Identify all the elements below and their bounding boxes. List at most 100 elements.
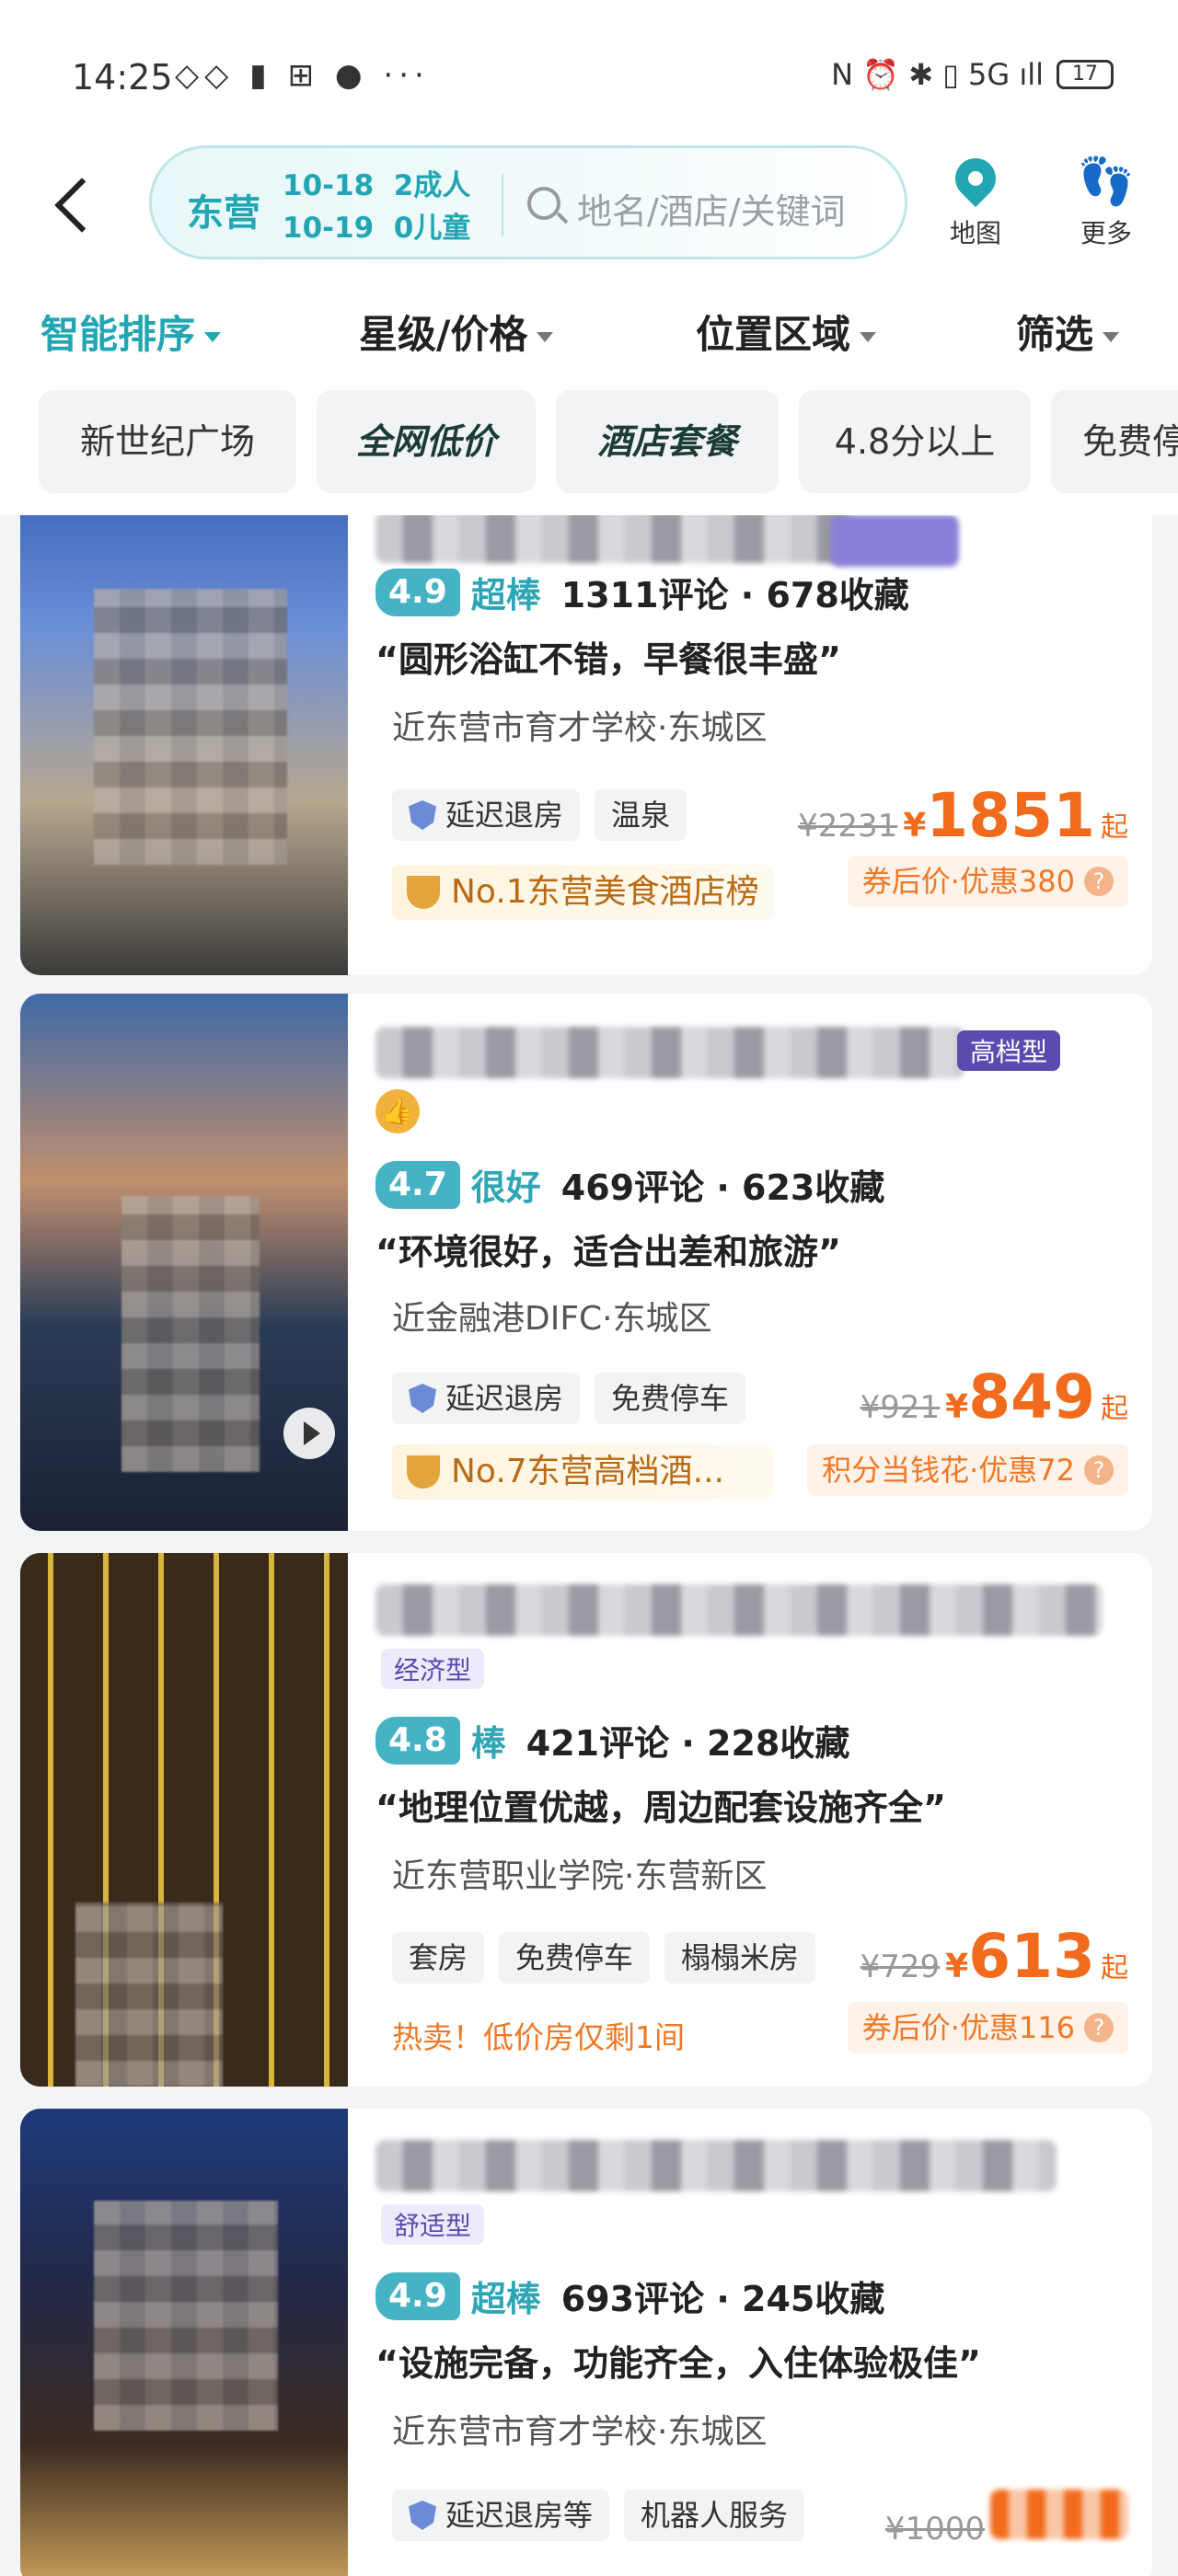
hotel-photo[interactable] [20, 2109, 348, 2576]
shield-icon [409, 2501, 436, 2530]
amenity-tag: 榻榻米房 [664, 1932, 816, 1984]
rating-row: 4.7 很好 469评论 · 623收藏 [375, 1159, 884, 1210]
chip-package[interactable]: 酒店套餐 [556, 390, 779, 493]
amenity-tags: 延迟退房 温泉 [392, 789, 687, 841]
review-count: 469评论 · 623收藏 [560, 1167, 885, 1208]
rating-row: 4.8 棒 421评论 · 228收藏 [375, 1715, 849, 1765]
search-header: 东营 10-18 2成人 10-19 0儿童 地名/酒店/关键词 地图 👣 更多 [0, 129, 1178, 285]
search-input[interactable]: 地名/酒店/关键词 [577, 183, 846, 234]
amenity-tags: 延迟退房等 机器人服务 [392, 2490, 805, 2541]
review-quote: “设施完备，功能齐全，入住体验极佳” [375, 2343, 981, 2384]
urgency-notice: 热卖！低价房仅剩1间 [392, 2019, 685, 2055]
filter-chips: 新世纪广场 全网低价 酒店套餐 4.8分以上 免费停车 [0, 377, 1178, 515]
rating-word: 超棒 [470, 2279, 541, 2319]
checkout-date: 10-19 [283, 212, 375, 245]
hotel-location: 近东营市育才学校·东城区 [392, 2413, 768, 2451]
current-price: 1851 [926, 780, 1095, 851]
map-label: 地图 [949, 218, 1001, 248]
review-quote: “地理位置优越，周边配套设施齐全” [375, 1788, 946, 1828]
amenity-tag: 温泉 [595, 789, 687, 841]
hotel-name-blurred [375, 1027, 964, 1078]
hotel-photo[interactable] [20, 994, 348, 1531]
tag-text: 延迟退房 [445, 798, 564, 833]
chip-rating[interactable]: 4.8分以上 [799, 390, 1031, 493]
hotel-card[interactable]: 经济型 4.8 棒 421评论 · 228收藏 “地理位置优越，周边配套设施齐全… [20, 1553, 1152, 2087]
price: ¥2231 ¥ 1851 起 [798, 780, 1128, 851]
hotel-name-blurred [375, 1584, 1103, 1636]
hotel-card[interactable]: 4.9 超棒 1311评论 · 678收藏 “圆形浴缸不错，早餐很丰盛” 近东营… [20, 515, 1152, 975]
price-blurred [990, 2490, 1128, 2539]
current-price: 613 [968, 1921, 1095, 1992]
promo-badge[interactable]: 积分当钱花·优惠72? [807, 1444, 1128, 1496]
play-video-icon[interactable] [283, 1408, 335, 1459]
price-suffix: 起 [1101, 1393, 1128, 1425]
review-count: 421评论 · 228收藏 [525, 1723, 850, 1764]
hotel-card[interactable]: 舒适型 4.9 超棒 693评论 · 245收藏 “设施完备，功能齐全，入住体验… [20, 2109, 1152, 2576]
search-icon [527, 187, 560, 220]
review-quote: “环境很好，适合出差和旅游” [375, 1232, 841, 1272]
promo-text: 券后价·优惠380 [861, 864, 1075, 899]
status-time: 14:25 [72, 57, 173, 98]
trophy-icon [407, 1455, 440, 1489]
search-bar[interactable]: 东营 10-18 2成人 10-19 0儿童 地名/酒店/关键词 [149, 145, 907, 259]
ranking-text: No.7东营高档酒... [451, 1453, 725, 1490]
original-price: ¥921 [860, 1389, 941, 1426]
checkin-date: 10-18 [283, 169, 375, 202]
more-label: 更多 [1080, 218, 1132, 248]
more-button[interactable]: 👣 更多 [1060, 149, 1152, 250]
amenity-tag: 机器人服务 [624, 2490, 805, 2541]
notification-icons: ◇◇ ▮ ⊞ ● ··· [175, 57, 430, 94]
promo-badge[interactable]: 券后价·优惠116? [847, 2002, 1128, 2053]
amenity-tags: 套房 免费停车 榻榻米房 [392, 1932, 816, 1984]
promo-text: 积分当钱花·优惠72 [822, 1453, 1075, 1488]
amenity-tag: 免费停车 [499, 1932, 651, 1984]
tab-filter[interactable]: 筛选 [1016, 304, 1120, 360]
back-button[interactable] [46, 167, 101, 241]
tab-label: 智能排序 [40, 312, 196, 357]
date-guest-selector[interactable]: 10-18 2成人 10-19 0儿童 [283, 165, 470, 249]
rating-score: 4.7 [375, 1160, 460, 1209]
amenity-tags: 延迟退房 免费停车 [392, 1373, 746, 1424]
hotel-type-blurred [830, 515, 959, 567]
original-price: ¥729 [860, 1949, 941, 1985]
trophy-icon [407, 876, 440, 909]
help-icon: ? [1084, 1455, 1114, 1485]
tag-text: 延迟退房 [445, 1381, 564, 1416]
currency-symbol: ¥ [903, 807, 927, 845]
ranking-badge[interactable]: No.7东营高档酒... [392, 1444, 773, 1500]
tab-star-price[interactable]: 星级/价格 [359, 304, 554, 360]
hotel-photo[interactable] [20, 1553, 348, 2087]
price: ¥1000 [885, 2490, 1128, 2547]
chip-lowest-price[interactable]: 全网低价 [317, 390, 536, 493]
review-count: 693评论 · 245收藏 [560, 2279, 885, 2319]
city-selector[interactable]: 东营 [187, 183, 260, 236]
system-icons: N ⏰ ✱ ▯ 5G ıll 17 [831, 57, 1114, 92]
caret-down-icon [204, 332, 222, 342]
chip-free-parking[interactable]: 免费停车 [1051, 390, 1178, 493]
caret-down-icon [1103, 332, 1120, 342]
battery-icon: 17 [1057, 60, 1114, 89]
signal-icons: N ⏰ ✱ ▯ 5G ıll [831, 57, 1044, 92]
hotel-photo[interactable] [20, 515, 348, 975]
amenity-tag: 免费停车 [595, 1373, 746, 1424]
promo-badge[interactable]: 券后价·优惠380? [847, 856, 1128, 907]
tab-smart-sort[interactable]: 智能排序 [40, 304, 222, 360]
map-button[interactable]: 地图 [930, 149, 1022, 250]
pixelated-area [94, 589, 287, 865]
price-suffix: 起 [1101, 811, 1128, 844]
help-icon: ? [1084, 867, 1114, 896]
rating-row: 4.9 超棒 1311评论 · 678收藏 [375, 567, 909, 617]
review-quote: “圆形浴缸不错，早餐很丰盛” [375, 639, 841, 680]
ranking-badge[interactable]: No.1东营美食酒店榜 [392, 865, 774, 920]
tab-location[interactable]: 位置区域 [696, 304, 877, 360]
map-pin-icon [946, 149, 1005, 208]
rating-row: 4.9 超棒 693评论 · 245收藏 [375, 2271, 884, 2321]
hotel-card[interactable]: 高档型 👍 4.7 很好 469评论 · 623收藏 “环境很好，适合出差和旅游… [20, 994, 1152, 1531]
pixelated-area [75, 1903, 223, 2087]
currency-symbol: ¥ [945, 1948, 969, 1985]
pixelated-area [121, 1196, 260, 1472]
help-icon: ? [1084, 2013, 1114, 2042]
tag-text: 延迟退房等 [445, 2498, 594, 2533]
ranking-text: No.1东营美食酒店榜 [451, 873, 759, 911]
chip-area[interactable]: 新世纪广场 [39, 390, 296, 493]
